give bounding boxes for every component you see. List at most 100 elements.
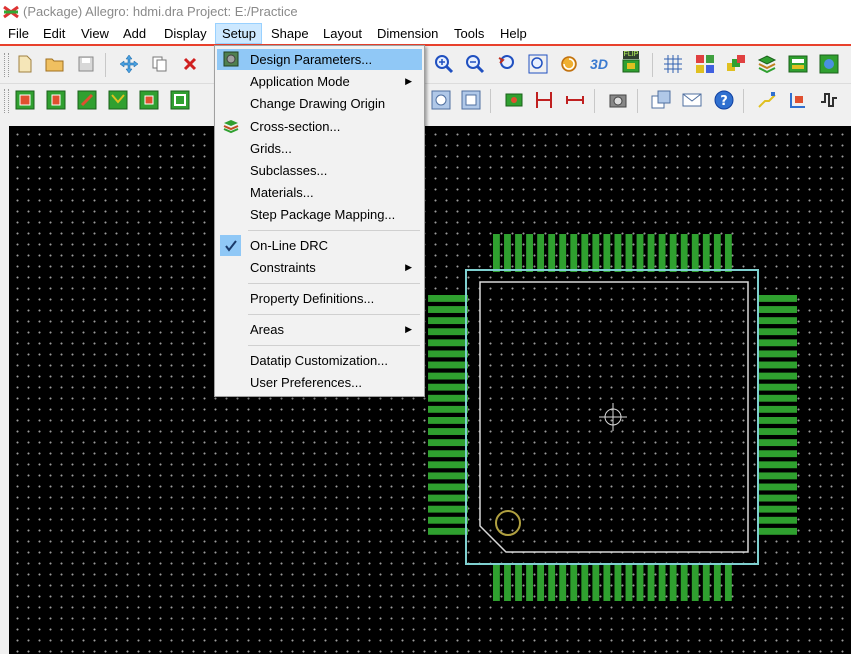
package-pin[interactable] xyxy=(428,383,468,391)
package-pin[interactable] xyxy=(724,563,732,601)
package-pin[interactable] xyxy=(592,563,600,601)
open-icon[interactable] xyxy=(44,53,66,75)
package-pin[interactable] xyxy=(713,234,721,272)
package-pin[interactable] xyxy=(603,234,611,272)
menu-step-package-mapping[interactable]: Step Package Mapping... xyxy=(217,204,422,225)
menu-property-definitions[interactable]: Property Definitions... xyxy=(217,288,422,309)
package-pin[interactable] xyxy=(603,563,611,601)
menu-tools[interactable]: Tools xyxy=(448,23,490,44)
copy-icon[interactable] xyxy=(149,53,171,75)
package-pin[interactable] xyxy=(428,428,468,435)
package-pin[interactable] xyxy=(428,350,468,358)
statistics-icon[interactable] xyxy=(787,53,809,75)
save-icon[interactable] xyxy=(75,53,97,75)
menu-edit[interactable]: Edit xyxy=(37,23,71,44)
package-pin[interactable] xyxy=(428,361,468,369)
zoom-in-icon[interactable] xyxy=(433,53,455,75)
package-pin[interactable] xyxy=(592,234,600,272)
package-pin[interactable] xyxy=(757,328,797,336)
design-canvas[interactable] xyxy=(9,126,851,654)
circle-icon[interactable] xyxy=(430,89,452,111)
menu-view[interactable]: View xyxy=(75,23,115,44)
package-pin[interactable] xyxy=(428,450,468,458)
package-pin[interactable] xyxy=(757,306,797,313)
package-pin[interactable] xyxy=(757,405,797,413)
package-pin[interactable] xyxy=(757,483,797,491)
package-pin[interactable] xyxy=(428,494,468,502)
package-pin[interactable] xyxy=(537,234,545,272)
new-icon[interactable] xyxy=(14,53,36,75)
package-pin[interactable] xyxy=(669,234,677,272)
package-pin[interactable] xyxy=(757,450,797,458)
package-pin[interactable] xyxy=(691,563,699,601)
package-pin[interactable] xyxy=(428,483,468,491)
layer-4-icon[interactable] xyxy=(107,89,129,111)
package-pin[interactable] xyxy=(680,234,688,272)
layer-visibility-icon[interactable] xyxy=(725,53,747,75)
zoom-previous-icon[interactable] xyxy=(496,53,518,75)
package-pin[interactable] xyxy=(757,461,797,469)
stack-icon[interactable] xyxy=(756,53,778,75)
package-pin[interactable] xyxy=(636,234,644,272)
3d-view-icon[interactable]: 3D xyxy=(588,53,610,75)
pad-icon[interactable] xyxy=(503,89,525,111)
zoom-fit-icon[interactable] xyxy=(527,53,549,75)
menu-dimension[interactable]: Dimension xyxy=(371,23,444,44)
package-pin[interactable] xyxy=(504,234,511,272)
package-pin[interactable] xyxy=(757,317,797,325)
package-pin[interactable] xyxy=(713,563,721,601)
package-pin[interactable] xyxy=(428,472,468,480)
package-pin[interactable] xyxy=(428,461,468,469)
snapshot-icon[interactable] xyxy=(607,89,629,111)
menu-help[interactable]: Help xyxy=(494,23,533,44)
package-pin[interactable] xyxy=(647,234,655,272)
flip-icon[interactable]: FLIP xyxy=(620,51,642,73)
package-pin[interactable] xyxy=(428,339,468,347)
package-pin[interactable] xyxy=(428,372,468,380)
menu-datatip-customization[interactable]: Datatip Customization... xyxy=(217,350,422,371)
package-pin[interactable] xyxy=(559,563,567,601)
redraw-icon[interactable] xyxy=(558,53,580,75)
menu-application-mode[interactable]: Application Mode ▶ xyxy=(217,71,422,92)
menu-layout[interactable]: Layout xyxy=(317,23,368,44)
package-pin[interactable] xyxy=(428,405,468,413)
package-pin[interactable] xyxy=(680,563,688,601)
menu-grids[interactable]: Grids... xyxy=(217,138,422,159)
delete-icon[interactable] xyxy=(179,53,201,75)
layer-2-icon[interactable] xyxy=(45,89,67,111)
package-pin[interactable] xyxy=(757,417,797,424)
package-pin[interactable] xyxy=(636,563,644,601)
package-pin[interactable] xyxy=(757,439,797,447)
package-pin[interactable] xyxy=(614,234,622,272)
menu-setup[interactable]: Setup xyxy=(215,23,262,44)
package-pin[interactable] xyxy=(548,234,556,272)
layer-3-icon[interactable] xyxy=(76,89,98,111)
package-pin[interactable] xyxy=(428,527,468,535)
menu-cross-section[interactable]: Cross-section... xyxy=(217,116,422,137)
package-pin[interactable] xyxy=(757,339,797,347)
package-pin[interactable] xyxy=(581,234,589,272)
package-pin[interactable] xyxy=(581,563,589,601)
package-pin[interactable] xyxy=(504,563,511,601)
package-pin[interactable] xyxy=(428,306,468,313)
package-pin[interactable] xyxy=(428,394,468,402)
package-pin[interactable] xyxy=(702,563,710,601)
package-pin[interactable] xyxy=(757,394,797,402)
route-icon[interactable] xyxy=(756,89,778,111)
package-pin[interactable] xyxy=(757,295,797,302)
package-pin[interactable] xyxy=(757,527,797,535)
menu-areas[interactable]: Areas ▶ xyxy=(217,319,422,340)
menu-design-parameters[interactable]: Design Parameters... xyxy=(217,49,422,70)
mail-icon[interactable] xyxy=(681,89,703,111)
package-pin[interactable] xyxy=(515,563,522,601)
layer-5-icon[interactable] xyxy=(138,89,160,111)
package-pin[interactable] xyxy=(625,234,633,272)
package-pin[interactable] xyxy=(428,505,468,513)
package-pin[interactable] xyxy=(428,295,468,302)
package-pin[interactable] xyxy=(493,563,500,601)
package-pin[interactable] xyxy=(548,563,556,601)
measure-icon[interactable] xyxy=(564,89,586,111)
menu-subclasses[interactable]: Subclasses... xyxy=(217,160,422,181)
package-pin[interactable] xyxy=(428,439,468,447)
menu-change-drawing-origin[interactable]: Change Drawing Origin xyxy=(217,93,422,114)
